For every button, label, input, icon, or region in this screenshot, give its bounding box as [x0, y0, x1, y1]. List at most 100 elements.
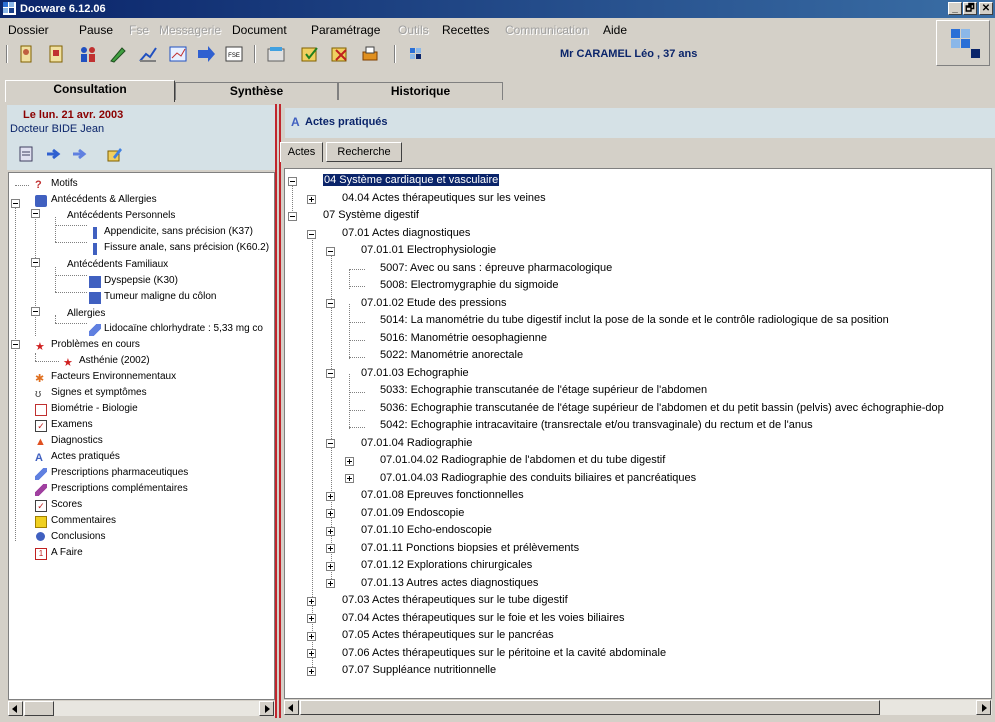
tree-node-07-01-04-02[interactable]: 07.01.04.02 Radiographie de l'abdomen et… [380, 454, 665, 466]
expand-07-04[interactable] [307, 614, 316, 623]
tree-node-07-01-04[interactable]: 07.01.04 Radiographie [361, 437, 472, 449]
edit-document-icon[interactable] [105, 145, 123, 163]
tree-item-a-faire[interactable]: A Faire [51, 547, 83, 558]
expand-04[interactable] [288, 177, 297, 186]
expand-07-01-11[interactable] [326, 544, 335, 553]
tree-node-5007[interactable]: 5007: Avec ou sans : épreuve pharmacolog… [380, 262, 612, 274]
cancel-icon[interactable] [330, 44, 350, 64]
expand-07-01-04-03[interactable] [345, 474, 354, 483]
scroll-thumb[interactable] [300, 700, 880, 715]
tree-node-5022[interactable]: 5022: Manométrie anorectale [380, 349, 523, 361]
consultation-tree[interactable]: ? Motifs Antécédents & Allergies Antécéd… [8, 172, 275, 700]
actes-tree[interactable]: 04 Système cardiaque et vasculaire 04.04… [284, 168, 992, 699]
tree-item-prescriptions-pharmaceutiques[interactable]: Prescriptions pharmaceutiques [51, 467, 188, 478]
scroll-right-button[interactable] [259, 701, 274, 716]
tree-node-07-01-12[interactable]: 07.01.12 Explorations chirurgicales [361, 559, 532, 571]
right-horizontal-scrollbar[interactable] [284, 699, 992, 715]
tree-node-07-01-09[interactable]: 07.01.09 Endoscopie [361, 507, 464, 519]
tab-actes[interactable]: Actes [280, 142, 323, 162]
expand-07-01-08[interactable] [326, 492, 335, 501]
menu-messagerie[interactable]: Messagerie [159, 23, 221, 37]
expand-07-05[interactable] [307, 632, 316, 641]
forward-arrow-icon[interactable] [196, 44, 216, 64]
menu-fse[interactable]: Fse [129, 23, 149, 37]
tab-recherche[interactable]: Recherche [326, 142, 402, 162]
menu-pause[interactable]: Pause [79, 23, 113, 37]
tree-item-tumeur-colon[interactable]: Tumeur maligne du côlon [104, 291, 216, 302]
expand-allergies[interactable] [31, 307, 40, 316]
tree-item-facteurs-environnementaux[interactable]: Facteurs Environnementaux [51, 371, 176, 382]
tree-item-commentaires[interactable]: Commentaires [51, 515, 116, 526]
expand-07-01-03[interactable] [326, 369, 335, 378]
tree-node-07-01-13[interactable]: 07.01.13 Autres actes diagnostiques [361, 577, 538, 589]
tree-item-motifs[interactable]: Motifs [51, 178, 78, 189]
tree-item-asthenie[interactable]: Asthénie (2002) [79, 355, 150, 366]
validate-icon[interactable] [300, 44, 320, 64]
tree-node-04[interactable]: 04 Système cardiaque et vasculaire [323, 174, 500, 186]
tree-node-07-01[interactable]: 07.01 Actes diagnostiques [342, 227, 470, 239]
menu-recettes[interactable]: Recettes [442, 23, 489, 37]
tree-item-examens[interactable]: Examens [51, 419, 93, 430]
notepad-icon[interactable] [17, 145, 35, 163]
tree-node-07-07[interactable]: 07.07 Suppléance nutritionnelle [342, 664, 496, 676]
tree-node-5016[interactable]: 5016: Manométrie oesophagienne [380, 332, 547, 344]
tree-node-07-05[interactable]: 07.05 Actes thérapeutiques sur le pancré… [342, 629, 554, 641]
tree-item-signes-symptomes[interactable]: Signes et symptômes [51, 387, 147, 398]
expand-07-03[interactable] [307, 597, 316, 606]
tree-node-5036[interactable]: 5036: Echographie transcutanée de l'étag… [380, 402, 944, 414]
tree-item-antecedents-allergies[interactable]: Antécédents & Allergies [51, 194, 157, 205]
menu-document[interactable]: Document [232, 23, 287, 37]
tree-item-fissure-anale[interactable]: Fissure anale, sans précision (K60.2) [104, 242, 269, 253]
expand-07[interactable] [288, 212, 297, 221]
tree-item-problemes-en-cours[interactable]: Problèmes en cours [51, 339, 140, 350]
tree-item-biometrie[interactable]: Biométrie - Biologie [51, 403, 138, 414]
print-icon[interactable] [360, 44, 380, 64]
expand-07-01-13[interactable] [326, 579, 335, 588]
fse-icon[interactable]: FSE [224, 44, 244, 64]
tree-item-scores[interactable]: Scores [51, 499, 82, 510]
expand-problemes[interactable] [11, 340, 20, 349]
menu-dossier[interactable]: Dossier [8, 23, 49, 37]
tree-node-5008[interactable]: 5008: Electromygraphie du sigmoide [380, 279, 559, 291]
tree-node-07-04[interactable]: 07.04 Actes thérapeutiques sur le foie e… [342, 612, 625, 624]
tree-item-antecedents-familiaux[interactable]: Antécédents Familiaux [67, 259, 168, 270]
tree-node-5033[interactable]: 5033: Echographie transcutanée de l'étag… [380, 384, 707, 396]
expand-07-01-04-02[interactable] [345, 457, 354, 466]
expand-07-01-01[interactable] [326, 247, 335, 256]
scroll-thumb[interactable] [24, 701, 54, 716]
expand-antecedents[interactable] [11, 199, 20, 208]
menu-communication[interactable]: Communication [505, 23, 588, 37]
chart-up-icon[interactable] [138, 44, 158, 64]
expand-07-01-12[interactable] [326, 562, 335, 571]
tree-item-appendicite[interactable]: Appendicite, sans précision (K37) [104, 226, 253, 237]
patient-record-icon[interactable] [46, 44, 66, 64]
tree-item-lidocaine[interactable]: Lidocaïne chlorhydrate : 5,33 mg co [104, 323, 263, 334]
expand-antecedents-personnels[interactable] [31, 209, 40, 218]
scroll-right-button[interactable] [976, 700, 991, 715]
menu-outils[interactable]: Outils [398, 23, 429, 37]
close-button[interactable]: ✕ [979, 2, 993, 15]
windows-icon[interactable] [406, 44, 426, 64]
tree-item-actes-pratiques[interactable]: Actes pratiqués [51, 451, 120, 462]
tree-item-dyspepsie[interactable]: Dyspepsie (K30) [104, 275, 178, 286]
minimize-button[interactable]: _ [948, 2, 962, 15]
tree-node-07[interactable]: 07 Système digestif [323, 209, 419, 221]
pen-icon[interactable] [108, 44, 128, 64]
tree-node-07-01-02[interactable]: 07.01.02 Etude des pressions [361, 297, 507, 309]
graph-icon[interactable] [168, 44, 188, 64]
expand-07-01-09[interactable] [326, 509, 335, 518]
restore-button[interactable]: 🗗 [963, 2, 977, 15]
forward-icon[interactable] [45, 145, 63, 163]
left-horizontal-scrollbar[interactable] [8, 700, 275, 716]
tree-node-5014[interactable]: 5014: La manométrie du tube digestif inc… [380, 314, 889, 326]
expand-antecedents-familiaux[interactable] [31, 258, 40, 267]
patient-file-icon[interactable] [16, 44, 36, 64]
tree-node-04-04[interactable]: 04.04 Actes thérapeutiques sur les veine… [342, 192, 546, 204]
tree-node-07-03[interactable]: 07.03 Actes thérapeutiques sur le tube d… [342, 594, 568, 606]
tree-node-07-01-03[interactable]: 07.01.03 Echographie [361, 367, 469, 379]
expand-04-04[interactable] [307, 195, 316, 204]
tab-synthese[interactable]: Synthèse [175, 82, 338, 100]
expand-07-06[interactable] [307, 649, 316, 658]
tree-item-conclusions[interactable]: Conclusions [51, 531, 105, 542]
tree-item-prescriptions-complementaires[interactable]: Prescriptions complémentaires [51, 483, 188, 494]
